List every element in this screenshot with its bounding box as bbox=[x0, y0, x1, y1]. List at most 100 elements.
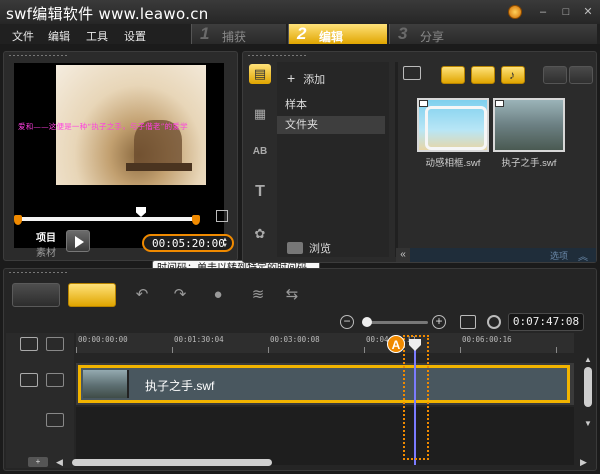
library-item-caption: 动感相框.swf bbox=[425, 158, 481, 169]
timecode-value[interactable]: 00:05:20:00 bbox=[152, 237, 225, 250]
swf-file-icon bbox=[495, 100, 504, 107]
video-track: 执子之手.swf bbox=[76, 363, 574, 405]
redo-icon[interactable]: ↷ bbox=[170, 287, 190, 303]
track-headers bbox=[6, 333, 74, 468]
open-folder-icon[interactable] bbox=[403, 66, 421, 80]
film-transition-icon: ▦ bbox=[253, 106, 267, 121]
show-audio-button[interactable]: ♪ bbox=[501, 66, 525, 84]
folder-item-samples[interactable]: 样本 bbox=[277, 96, 385, 114]
timeline-view-button[interactable] bbox=[68, 283, 116, 307]
panel-grip bbox=[8, 271, 68, 274]
browse-label: 浏览 bbox=[309, 243, 331, 255]
scroll-up-icon[interactable]: ▲ bbox=[584, 355, 592, 364]
ruler-tick bbox=[364, 347, 365, 353]
transition-tab[interactable]: ▦ bbox=[249, 104, 271, 124]
ruler-label: 00:03:00:08 bbox=[270, 335, 320, 344]
minimize-button[interactable]: – bbox=[537, 6, 549, 18]
list-view-button[interactable] bbox=[543, 66, 567, 84]
chapter-list-icon[interactable] bbox=[46, 337, 64, 351]
tab-share[interactable]: 3 分享 bbox=[389, 24, 597, 44]
library-toolbar: ♪ bbox=[403, 66, 593, 86]
undo-icon[interactable]: ↶ bbox=[132, 287, 152, 303]
project-mode-label[interactable]: 项目 bbox=[36, 229, 56, 244]
step-label: 编辑 bbox=[319, 30, 344, 44]
add-track-button[interactable]: + bbox=[28, 457, 48, 467]
zoom-out-icon[interactable]: − bbox=[340, 315, 354, 329]
video-subtitle: 爱和——这便是一种“执子之手，与子偕老”的爱学 bbox=[18, 122, 188, 131]
horizontal-scrollbar[interactable] bbox=[72, 459, 272, 466]
ab-title-icon: AB bbox=[252, 146, 268, 157]
scroll-left-icon[interactable]: ◀ bbox=[56, 457, 63, 468]
video-track-icon[interactable] bbox=[20, 373, 38, 387]
thumbnail-view-button[interactable] bbox=[569, 66, 593, 84]
menu-settings[interactable]: 设置 bbox=[124, 28, 146, 44]
bench-shape bbox=[126, 163, 192, 171]
text-tab[interactable]: T bbox=[249, 182, 271, 202]
fit-to-window-icon[interactable] bbox=[460, 315, 476, 329]
timecode-spinner-icon[interactable]: ▲ ▼ bbox=[222, 237, 228, 249]
add-label: 添加 bbox=[303, 74, 326, 86]
audio-waveform-icon[interactable]: ≋ bbox=[248, 287, 268, 303]
vertical-scrollbar[interactable] bbox=[584, 367, 592, 407]
title-tab[interactable]: AB bbox=[249, 142, 271, 162]
record-icon[interactable]: ● bbox=[208, 287, 228, 303]
scroll-down-icon[interactable]: ▼ bbox=[584, 419, 592, 428]
folder-item-folder[interactable]: 文件夹 bbox=[277, 116, 385, 134]
options-label[interactable]: 选项 bbox=[550, 249, 568, 262]
scrub-bar[interactable] bbox=[18, 217, 196, 221]
chevron-up-icon[interactable]: ︽ bbox=[578, 248, 588, 263]
trim-end-marker[interactable] bbox=[192, 215, 200, 225]
tab-edit[interactable]: 2 编辑 bbox=[288, 24, 387, 44]
add-folder-button[interactable]: + 添加 bbox=[287, 70, 325, 87]
clip-name: 执子之手.swf bbox=[145, 379, 215, 393]
options-bar[interactable]: 选项 ︽ bbox=[396, 248, 596, 263]
close-button[interactable]: ✕ bbox=[582, 6, 594, 18]
preview-scrubber[interactable] bbox=[14, 207, 200, 230]
annotation-box bbox=[403, 335, 429, 460]
scroll-right-icon[interactable]: ▶ bbox=[580, 457, 587, 468]
filter-tab[interactable]: ✿ bbox=[249, 224, 271, 244]
panel-grip bbox=[8, 54, 68, 57]
zoom-slider-knob[interactable] bbox=[362, 317, 372, 327]
browse-button[interactable]: 浏览 bbox=[287, 240, 331, 256]
clock-icon bbox=[487, 315, 501, 329]
maximize-button[interactable]: □ bbox=[560, 6, 572, 18]
browse-icon bbox=[287, 242, 303, 254]
horizontal-scroll-row: + ◀ ▶ bbox=[6, 457, 594, 469]
track-manager-icon[interactable] bbox=[20, 337, 38, 351]
timecode-field[interactable]: 00:05:20:00 ▲ ▼ bbox=[142, 234, 234, 252]
panel-grip bbox=[247, 54, 307, 57]
trim-start-marker[interactable] bbox=[14, 215, 22, 225]
panel-divider[interactable] bbox=[395, 62, 398, 257]
library-panel: ▤ ▦ AB T ✿ + 添加 样本 文件夹 浏览 ♪ 动感相框.swf 执子之手… bbox=[242, 51, 597, 263]
filter-icon: ✿ bbox=[254, 226, 266, 241]
ruler-tick bbox=[460, 347, 461, 353]
collapse-left-icon[interactable]: « bbox=[396, 248, 410, 262]
ruler-tick bbox=[556, 347, 557, 353]
play-button[interactable] bbox=[66, 230, 90, 252]
step-label: 捕获 bbox=[222, 30, 247, 44]
time-ruler[interactable]: 00:00:00:00 00:01:30:04 00:03:00:08 00:0… bbox=[76, 333, 574, 353]
mix-icon[interactable]: ⇆ bbox=[282, 287, 302, 303]
copy-icon[interactable] bbox=[216, 210, 228, 222]
preview-playhead[interactable] bbox=[136, 207, 146, 217]
storyboard-view-button[interactable] bbox=[12, 283, 60, 307]
zoom-controls: − + 0:07:47:08 bbox=[340, 313, 595, 333]
media-icon: ▤ bbox=[253, 66, 267, 81]
tab-capture[interactable]: 1 捕获 bbox=[191, 24, 286, 44]
overlay-track-icon[interactable] bbox=[46, 373, 64, 387]
show-image-button[interactable] bbox=[471, 66, 495, 84]
app-logo-icon[interactable] bbox=[508, 5, 522, 19]
swf-file-icon bbox=[419, 100, 428, 107]
clip-mode-label[interactable]: 素材 bbox=[36, 244, 56, 259]
menu-tools[interactable]: 工具 bbox=[86, 28, 108, 44]
timeline-panel: ↶ ↷ ● ≋ ⇆ − + 0:07:47:08 00:00:00:00 00:… bbox=[3, 268, 597, 471]
overlay-track-icon[interactable] bbox=[46, 413, 64, 427]
menu-file[interactable]: 文件 bbox=[12, 28, 34, 44]
step-number: 1 bbox=[200, 24, 210, 43]
zoom-in-icon[interactable]: + bbox=[432, 315, 446, 329]
show-video-button[interactable] bbox=[441, 66, 465, 84]
timeline-clip[interactable]: 执子之手.swf bbox=[78, 365, 570, 403]
media-tab[interactable]: ▤ bbox=[249, 64, 271, 84]
menu-edit[interactable]: 编辑 bbox=[48, 28, 70, 44]
